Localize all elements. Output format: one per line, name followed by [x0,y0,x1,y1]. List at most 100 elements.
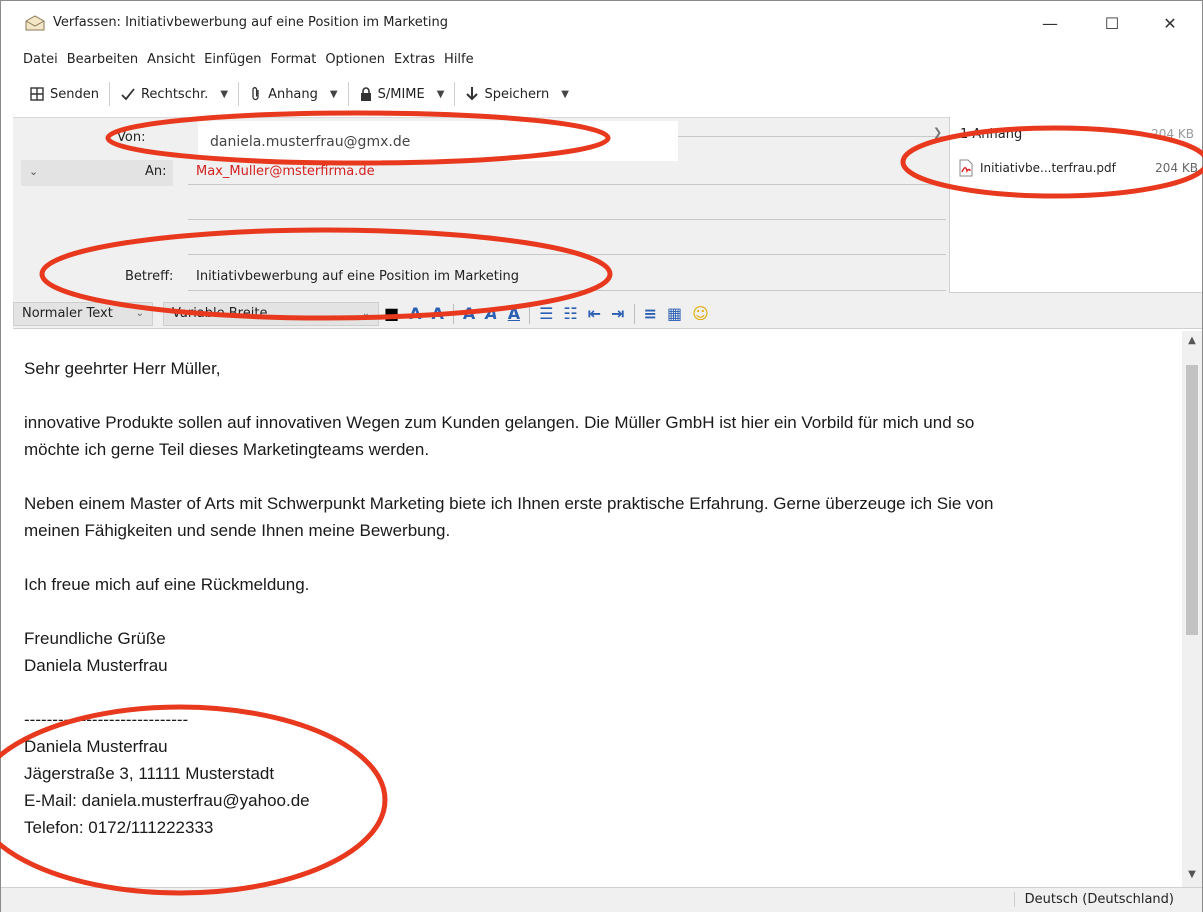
font-smaller-icon[interactable]: A [409,304,421,323]
lock-icon [360,87,371,101]
signature-phone: Telefon: 0172/111222333 [24,818,214,837]
attach-dropdown-icon[interactable]: ▼ [324,89,344,100]
toolbar-separator [238,82,240,106]
subject-field[interactable]: Initiativbewerbung auf eine Position im … [196,269,519,284]
to-field[interactable]: Max_Muller@msterfirma.de [196,164,375,179]
menu-datei[interactable]: Datei [23,52,58,67]
format-separator [633,303,635,324]
body-sender-name: Daniela Musterfrau [24,656,168,675]
save-dropdown-icon[interactable]: ▼ [555,89,575,100]
smime-button[interactable]: S/MIME [353,81,431,107]
recipient-rule [188,254,946,255]
text-color-icon[interactable]: ■ [384,304,399,323]
attachment-name: Initiativbe...terfrau.pdf [980,161,1116,175]
close-button[interactable]: ✕ [1147,7,1193,39]
menu-optionen[interactable]: Optionen [325,52,385,67]
bold-icon[interactable]: A [463,304,475,323]
vertical-scrollbar[interactable]: ▲ ▼ [1182,331,1202,887]
signature-name: Daniela Musterfrau [24,737,168,756]
font-larger-icon[interactable]: A [432,304,444,323]
menu-bar: Datei Bearbeiten Ansicht Einfügen Format… [1,47,1202,71]
paragraph-format-select[interactable]: Normaler Text ⌄ [13,301,153,326]
spellcheck-button[interactable]: Rechtschr. [114,81,214,107]
menu-einfuegen[interactable]: Einfügen [204,52,261,67]
signature-divider: ----------------------------- [24,710,189,729]
signature-address: Jägerstraße 3, 11111 Musterstadt [24,764,275,783]
subject-label: Betreff: [125,269,174,284]
spellcheck-label: Rechtschr. [140,86,209,102]
scrollbar-thumb[interactable] [1186,365,1198,635]
format-separator [529,303,531,324]
signature-email: E-Mail: daniela.musterfrau@yahoo.de [24,791,310,810]
from-field[interactable]: daniela.musterfrau@gmx.de [198,121,678,161]
compose-window: Verfassen: Initiativbewerbung auf eine P… [0,0,1203,912]
checkmark-icon [121,88,135,101]
format-toolbar: Normaler Text ⌄ Variable Breite ⌄ ■ A A … [13,299,1202,329]
underline-icon[interactable]: A [508,304,520,323]
recipient-rule [188,219,946,220]
window-title: Verfassen: Initiativbewerbung auf eine P… [53,15,449,30]
body-paragraph: möchte ich gerne Teil dieses Marketingte… [24,440,430,459]
save-label: Speichern [484,86,550,102]
attachment-count[interactable]: 1 Anhang [960,127,1022,142]
smime-label: S/MIME [377,86,425,102]
chevron-down-icon: ⌄ [361,308,370,319]
attach-label: Anhang [268,86,318,102]
menu-ansicht[interactable]: Ansicht [147,52,195,67]
body-greeting: Sehr geehrter Herr Müller, [24,359,221,378]
toolbar-separator [108,82,110,106]
chevron-down-icon: ⌄ [29,165,39,178]
attachment-pane: 1 Anhang 204 KB Initiativbe...terfrau.pd… [949,117,1202,293]
status-bar: Deutsch (Deutschland) [1,887,1202,912]
send-button[interactable]: Senden [23,81,105,107]
body-paragraph: innovative Produkte sollen auf innovativ… [24,413,975,432]
bullet-list-icon[interactable]: ☰ [539,304,553,323]
download-arrow-icon [466,87,479,101]
scroll-down-icon[interactable]: ▼ [1182,869,1202,880]
attachment-size: 204 KB [1155,161,1198,175]
toolbar-separator [454,82,456,106]
maximize-button[interactable]: ☐ [1089,7,1135,39]
indent-icon[interactable]: ⇥ [611,304,624,323]
save-button[interactable]: Speichern [459,81,555,107]
title-bar: Verfassen: Initiativbewerbung auf eine P… [1,1,1202,45]
from-field-rule [678,136,948,137]
send-label: Senden [50,86,99,102]
font-value: Variable Breite [172,306,268,321]
pdf-file-icon [959,159,973,177]
from-label: Von: [117,130,146,145]
from-dropdown-icon[interactable]: ❯ [933,126,942,139]
numbered-list-icon[interactable]: ☷ [563,304,577,323]
compose-app-icon [25,15,45,31]
font-select[interactable]: Variable Breite ⌄ [163,301,379,326]
chevron-down-icon: ⌄ [135,308,144,319]
attach-button[interactable]: Anhang [243,81,324,107]
body-closing: Freundliche Grüße [24,629,166,648]
body-paragraph: meinen Fähigkeiten und sende Ihnen meine… [24,521,451,540]
spellcheck-dropdown-icon[interactable]: ▼ [214,89,234,100]
subject-rule [188,290,946,291]
to-label: An: [145,164,167,179]
toolbar-separator [347,82,349,106]
smime-dropdown-icon[interactable]: ▼ [431,89,451,100]
smiley-icon[interactable]: ☺ [692,304,709,323]
italic-icon[interactable]: A [485,304,497,323]
compose-toolbar: Senden Rechtschr. ▼ Anhang ▼ S/MIME ▼ Sp… [1,79,1202,109]
message-body[interactable]: Sehr geehrter Herr Müller, innovative Pr… [13,331,1182,887]
scroll-up-icon[interactable]: ▲ [1182,335,1202,346]
language-indicator[interactable]: Deutsch (Deutschland) [1013,892,1174,907]
body-paragraph: Ich freue mich auf eine Rückmeldung. [24,575,310,594]
attachment-total-size: 204 KB [1151,127,1194,141]
menu-bearbeiten[interactable]: Bearbeiten [67,52,138,67]
format-separator [452,303,454,324]
insert-image-icon[interactable]: ▦ [667,304,682,323]
attachment-item[interactable]: Initiativbe...terfrau.pdf 204 KB [958,157,1198,179]
menu-extras[interactable]: Extras [394,52,435,67]
menu-format[interactable]: Format [271,52,317,67]
menu-hilfe[interactable]: Hilfe [444,52,474,67]
align-icon[interactable]: ≡ [644,304,657,323]
outdent-icon[interactable]: ⇤ [588,304,601,323]
paperclip-icon [252,87,259,101]
send-icon [30,87,44,101]
minimize-button[interactable]: — [1027,7,1073,39]
